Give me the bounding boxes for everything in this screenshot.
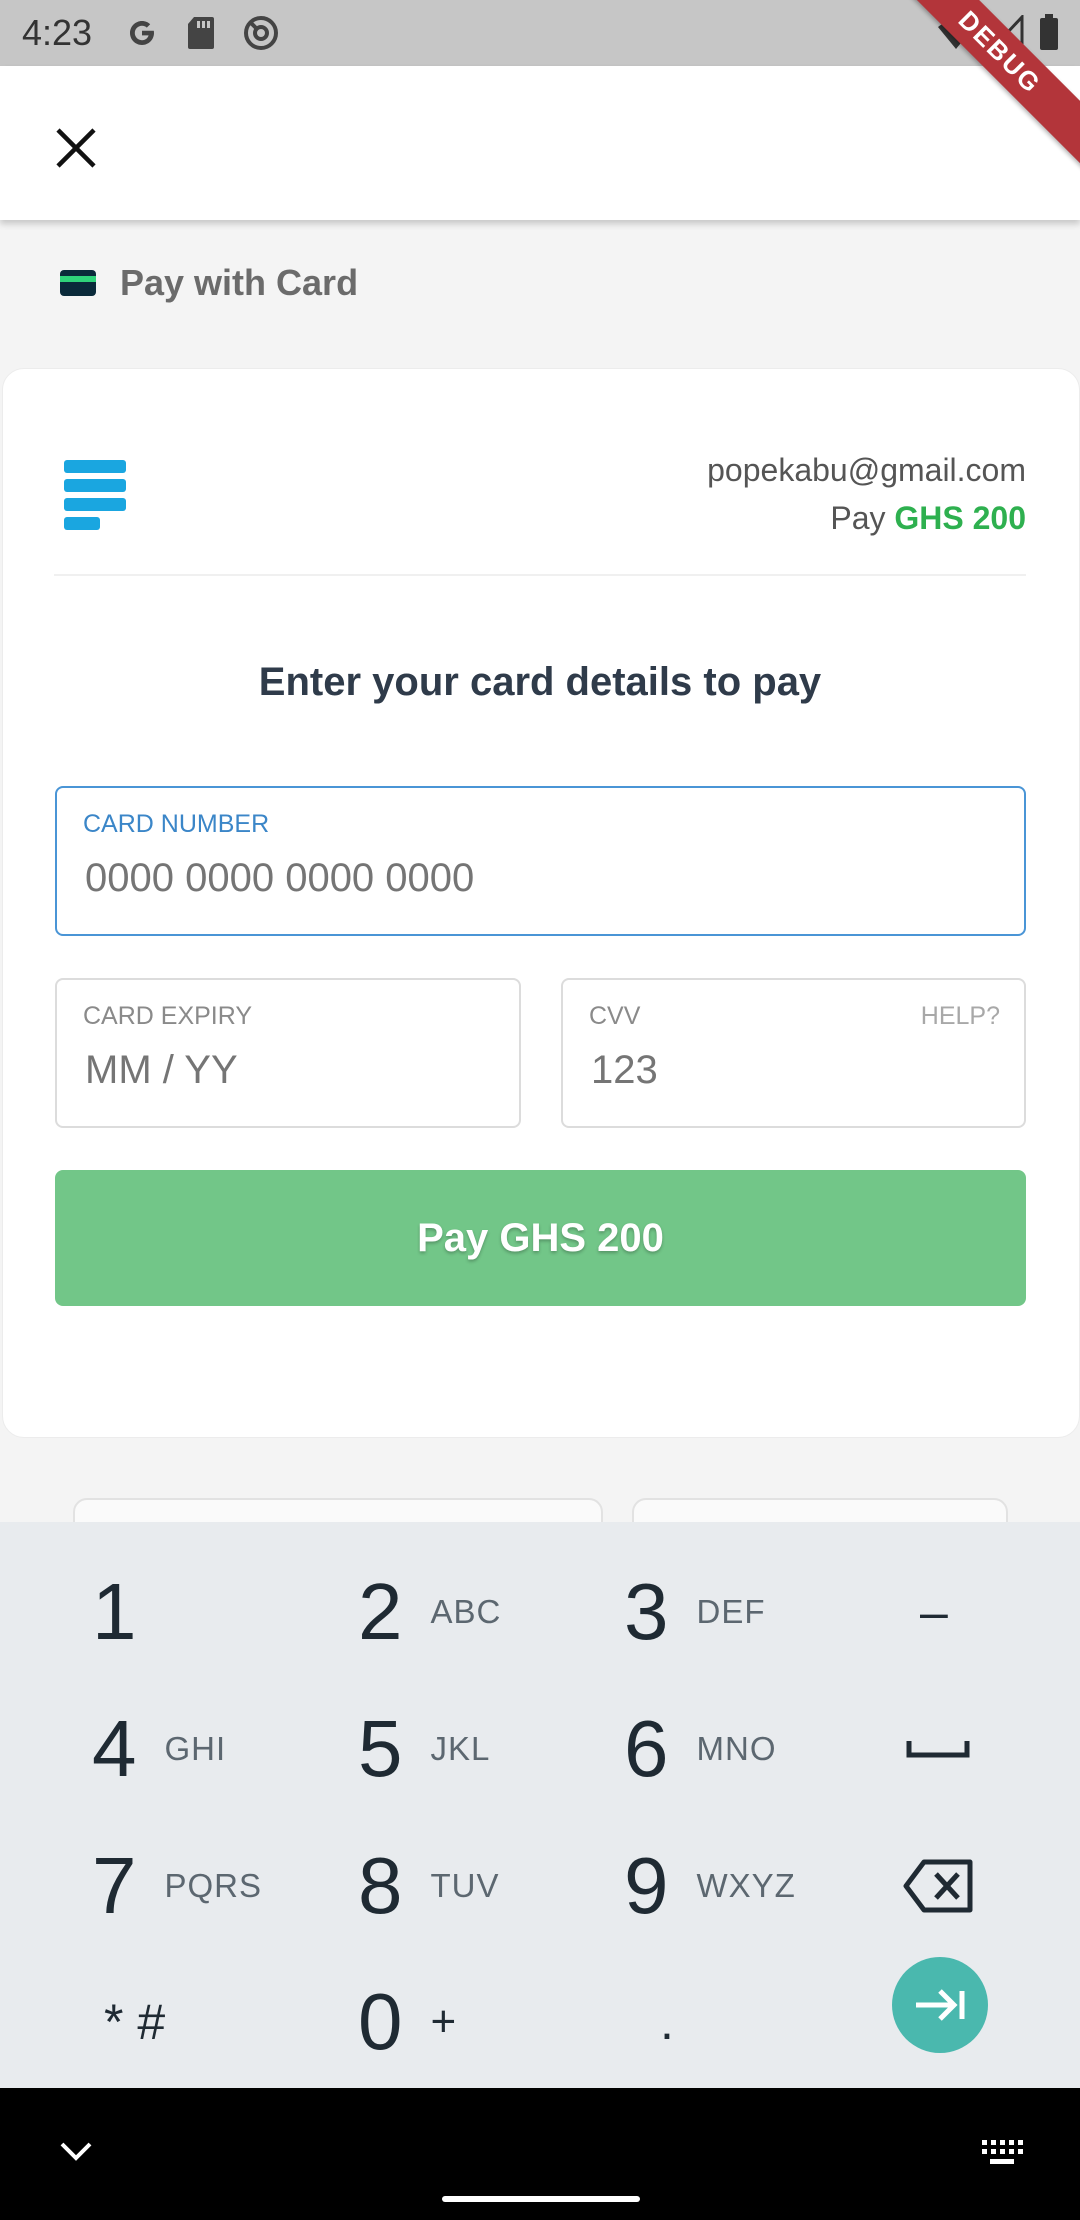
key-0[interactable]: 0 + — [358, 1954, 457, 2090]
key-8[interactable]: 8 TUV — [358, 1818, 500, 1954]
sd-card-icon — [186, 15, 216, 51]
pay-prefix: Pay — [830, 500, 886, 536]
merchant-logo — [64, 460, 126, 530]
key-period[interactable]: . — [660, 1954, 674, 2090]
next-field-button[interactable] — [892, 1957, 988, 2053]
divider — [54, 574, 1026, 576]
customer-email: popekabu@gmail.com — [707, 452, 1026, 488]
card-expiry-field[interactable]: CARD EXPIRY — [55, 978, 521, 1128]
close-button[interactable] — [44, 116, 108, 180]
key-1[interactable]: 1 — [92, 1544, 137, 1680]
payment-method: Pay with Card — [60, 262, 358, 304]
key-space[interactable] — [906, 1681, 970, 1817]
home-indicator[interactable] — [442, 2196, 640, 2202]
backspace-icon — [903, 1859, 973, 1913]
pay-button[interactable]: Pay GHS 200 — [55, 1170, 1026, 1306]
notification-icons — [124, 14, 280, 52]
card-number-label: CARD NUMBER — [83, 810, 270, 838]
key-6[interactable]: 6 MNO — [624, 1681, 777, 1817]
keyboard-icon — [982, 2140, 1023, 2164]
key-3[interactable]: 3 DEF — [624, 1544, 766, 1680]
card-number-field[interactable]: CARD NUMBER — [55, 786, 1026, 936]
cvv-label: CVV — [589, 1002, 641, 1030]
battery-icon — [1038, 14, 1060, 57]
key-4[interactable]: 4 GHI — [92, 1681, 226, 1817]
key-5[interactable]: 5 JKL — [358, 1681, 490, 1817]
key-2[interactable]: 2 ABC — [358, 1544, 501, 1680]
status-time: 4:23 — [22, 12, 93, 53]
key-star-hash[interactable]: * # — [104, 1954, 165, 2090]
keyboard-switch-button[interactable] — [980, 2138, 1024, 2175]
card-expiry-input[interactable] — [85, 1048, 455, 1093]
key-minus[interactable]: – — [920, 1544, 948, 1680]
key-backspace[interactable] — [902, 1818, 974, 1954]
credit-card-icon — [60, 270, 96, 296]
chevron-down-icon — [60, 2142, 92, 2161]
form-heading: Enter your card details to pay — [258, 660, 822, 704]
at-sign-icon — [242, 14, 280, 52]
payment-method-label: Pay with Card — [120, 262, 359, 303]
cvv-help-link[interactable]: HELP? — [921, 1002, 1000, 1031]
cvv-input[interactable] — [591, 1048, 868, 1093]
hide-keyboard-button[interactable] — [58, 2138, 94, 2169]
status-bar: 4:23 — [0, 0, 1080, 66]
tab-next-icon — [916, 1989, 965, 2021]
google-icon — [124, 15, 160, 51]
key-7[interactable]: 7 PQRS — [92, 1818, 262, 1954]
close-icon — [56, 128, 96, 168]
card-number-input[interactable] — [85, 856, 859, 901]
customer-info: popekabu@gmail.com Pay GHS 200 — [707, 446, 1026, 542]
space-icon — [906, 1741, 970, 1758]
cvv-field[interactable]: CVV HELP? — [561, 978, 1026, 1128]
pay-amount: GHS 200 — [894, 500, 1026, 536]
key-9[interactable]: 9 WXYZ — [624, 1818, 796, 1954]
pay-amount-line: Pay GHS 200 — [707, 494, 1026, 542]
card-expiry-label: CARD EXPIRY — [83, 1002, 253, 1030]
app-bar — [0, 66, 1080, 220]
